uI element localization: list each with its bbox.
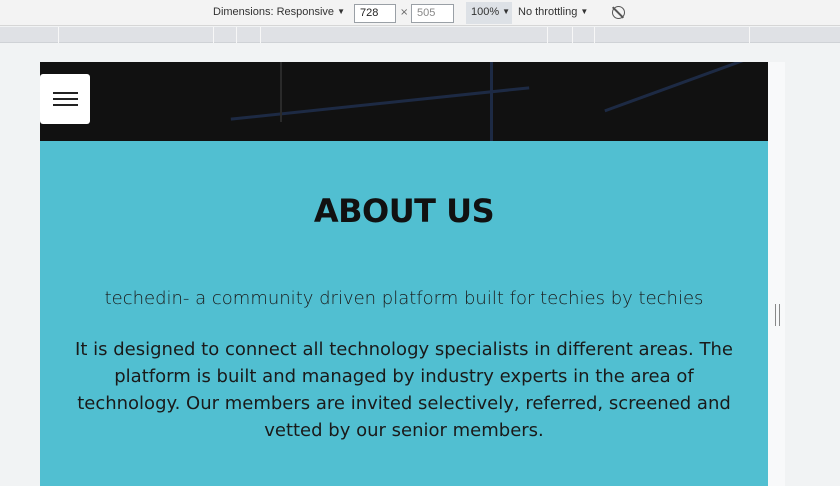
hero-image	[40, 62, 768, 141]
devtools-device-toolbar: Dimensions: Responsive ▼ 728 × 505 100% ▼ …	[0, 0, 840, 26]
resize-handle[interactable]	[775, 304, 780, 326]
zoom-label: 100%	[471, 6, 500, 18]
device-viewport: ABOUT US techedin- a community driven pl…	[40, 62, 768, 486]
throttling-dropdown[interactable]: No throttling ▼	[518, 6, 588, 18]
viewport-right-gutter	[768, 62, 785, 486]
zoom-dropdown[interactable]: 100% ▼	[471, 6, 510, 18]
rotate-disabled-icon[interactable]	[612, 6, 625, 19]
caret-down-icon: ▼	[502, 7, 511, 16]
caret-down-icon: ▼	[580, 7, 589, 16]
times-icon: ×	[400, 7, 409, 18]
tagline-text: techedin- a community driven platform bu…	[104, 288, 704, 309]
media-query-bar[interactable]	[0, 27, 840, 43]
caret-down-icon: ▼	[337, 7, 345, 16]
height-input[interactable]: 505	[411, 4, 454, 23]
throttling-label: No throttling	[518, 6, 578, 18]
dimensions-label: Dimensions: Responsive	[213, 6, 335, 18]
dimensions-dropdown[interactable]: Dimensions: Responsive ▼	[213, 6, 345, 18]
width-input[interactable]: 728	[354, 4, 396, 23]
hamburger-menu-button[interactable]	[40, 74, 90, 124]
description-text: It is designed to connect all technology…	[75, 339, 733, 441]
hamburger-menu-icon	[53, 92, 78, 94]
about-us-heading: ABOUT US	[313, 192, 495, 230]
